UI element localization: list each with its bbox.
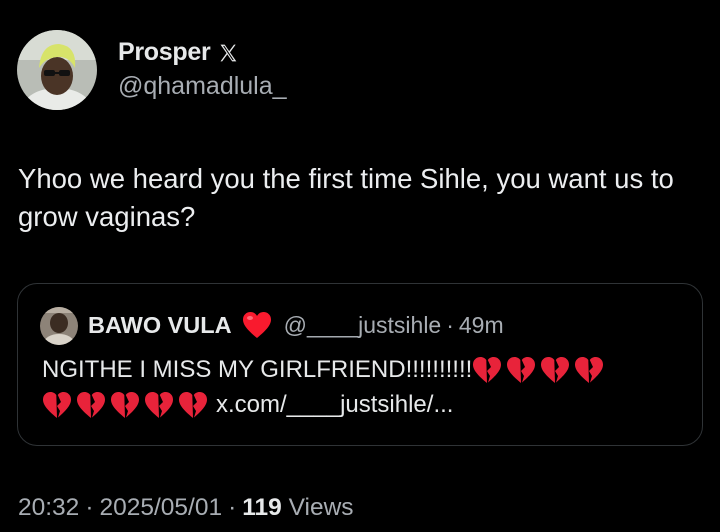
broken-heart-icon (472, 356, 502, 384)
avatar-image (17, 30, 97, 110)
broken-heart-icon (110, 391, 140, 419)
quoted-link[interactable]: x.com/____justsihle/... (216, 391, 453, 419)
author-handle[interactable]: @qhamadlula_ (118, 72, 287, 101)
broken-heart-icon (506, 356, 536, 384)
tweet-meta: 20:32 · 2025/05/01 · 119 Views (18, 494, 354, 522)
quoted-tweet[interactable]: BAWO VULA @____justsihle · 49m NGITHE I … (17, 283, 703, 446)
meta-separator: · (85, 494, 94, 521)
red-heart-icon (242, 311, 272, 339)
broken-heart-icon (144, 391, 174, 419)
meta-separator-2: · (228, 494, 237, 521)
broken-heart-icon (76, 391, 106, 419)
author-name-row: Prosper (118, 38, 238, 67)
quoted-avatar[interactable] (40, 307, 78, 345)
quoted-time: 49m (458, 311, 504, 338)
quoted-text-line: NGITHE I MISS MY GIRLFRIEND!!!!!!!!!! (42, 356, 608, 384)
quoted-header: BAWO VULA @____justsihle · 49m (88, 311, 504, 339)
author-name[interactable]: Prosper (118, 38, 211, 67)
quoted-name: BAWO VULA (88, 311, 232, 338)
broken-heart-icon (42, 391, 72, 419)
broken-heart-icon (178, 391, 208, 419)
avatar[interactable] (17, 30, 97, 110)
tweet-time[interactable]: 20:32 (18, 494, 79, 521)
tweet-date[interactable]: 2025/05/01 (99, 494, 222, 521)
x-logo-icon (218, 43, 238, 63)
broken-heart-icon (540, 356, 570, 384)
broken-heart-icon (574, 356, 604, 384)
quoted-separator: · (446, 311, 454, 338)
views-label[interactable]: Views (289, 494, 354, 521)
quoted-text: NGITHE I MISS MY GIRLFRIEND!!!!!!!!!! (42, 356, 473, 383)
quoted-text-line-2: x.com/____justsihle/... (42, 391, 453, 419)
quoted-handle[interactable]: @____justsihle (284, 312, 442, 339)
views-count[interactable]: 119 (242, 494, 282, 521)
tweet-text: Yhoo we heard you the first time Sihle, … (18, 163, 674, 232)
